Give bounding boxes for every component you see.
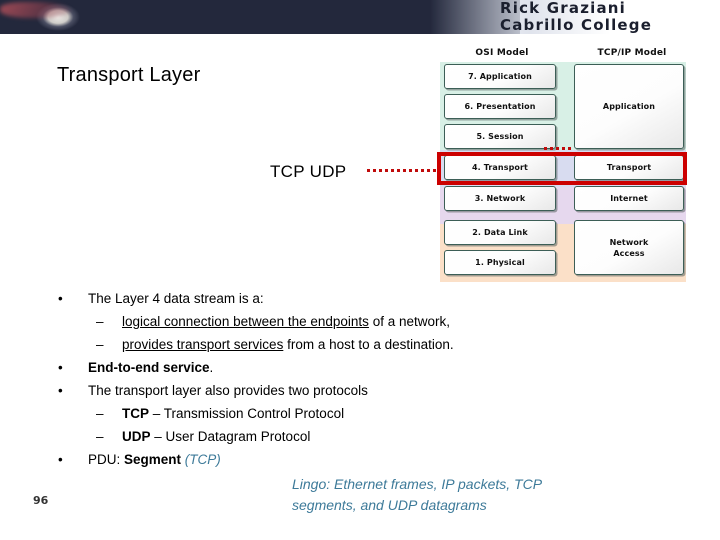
lingo-note: Lingo: Ethernet frames, IP packets, TCP … xyxy=(292,474,642,516)
banner-red-accent xyxy=(0,2,70,18)
sub-bullet-marker: – xyxy=(96,406,104,421)
osi-layer-2-data-link: 2. Data Link xyxy=(444,220,556,245)
sub-bullet-marker: – xyxy=(96,429,104,444)
osi-model-heading: OSI Model xyxy=(475,48,529,58)
highlight-dotted-segment-icon xyxy=(544,147,572,150)
author-name: Rick Graziani xyxy=(500,0,627,17)
sub-bullet-1-1-underlined: logical connection between the endpoints xyxy=(122,314,369,329)
author-institution: Cabrillo College xyxy=(500,16,653,34)
tcpip-model-heading: TCP/IP Model xyxy=(597,48,667,58)
bullet-2-bold: End-to-end service xyxy=(88,360,210,375)
bullet-marker: • xyxy=(58,452,63,467)
author-credit: Rick Graziani Cabrillo College xyxy=(500,0,712,34)
tcp-udp-callout-label: TCP UDP xyxy=(270,162,347,181)
osi-layer-1-physical: 1. Physical xyxy=(444,250,556,275)
sub-bullet-1-2-rest: from a host to a destination. xyxy=(283,337,454,352)
sub-bullet-marker: – xyxy=(96,337,104,352)
bullet-3-text: The transport layer also provides two pr… xyxy=(88,383,368,398)
sub-bullet-3-2-rest: – User Datagram Protocol xyxy=(150,429,311,444)
bullet-marker: • xyxy=(58,383,63,398)
sub-bullet-1-1: – logical connection between the endpoin… xyxy=(50,310,650,333)
sub-bullet-3-1-content: TCP – Transmission Control Protocol xyxy=(122,402,344,425)
osi-layer-5-session: 5. Session xyxy=(444,124,556,149)
sub-bullet-1-2-underlined: provides transport services xyxy=(122,337,284,352)
bullet-4-content: PDU: Segment (TCP) xyxy=(88,448,221,471)
page-title: Transport Layer xyxy=(57,64,201,86)
tcpip-layer-network-access: Network Access xyxy=(574,220,684,275)
sub-bullet-3-2-bold: UDP xyxy=(122,429,151,444)
bullet-marker: • xyxy=(58,360,63,375)
bullet-item-3: • The transport layer also provides two … xyxy=(50,379,650,402)
lingo-line-1: Lingo: Ethernet frames, IP packets, TCP xyxy=(292,476,543,492)
slide-body: • The Layer 4 data stream is a: – logica… xyxy=(50,287,650,471)
bullet-item-2: • End-to-end service. xyxy=(50,356,650,379)
sub-bullet-3-2-content: UDP – User Datagram Protocol xyxy=(122,425,310,448)
bullet-4-prefix: PDU: xyxy=(88,452,125,467)
sub-bullet-1-1-content: logical connection between the endpoints… xyxy=(122,310,450,333)
osi-layer-3-network: 3. Network xyxy=(444,186,556,211)
sub-bullet-3-2-udp: – UDP – User Datagram Protocol xyxy=(50,425,650,448)
bullet-2-content: End-to-end service. xyxy=(88,356,213,379)
osi-layer-6-presentation: 6. Presentation xyxy=(444,94,556,119)
lingo-line-2: segments, and UDP datagrams xyxy=(292,497,487,513)
transport-layer-highlight-box xyxy=(437,152,687,185)
bullet-item-4-pdu: • PDU: Segment (TCP) xyxy=(50,448,650,471)
bullet-4-italic: (TCP) xyxy=(181,452,221,467)
sub-bullet-3-1-tcp: – TCP – Transmission Control Protocol xyxy=(50,402,650,425)
bullet-2-rest: . xyxy=(209,360,214,375)
tcpip-layer-internet: Internet xyxy=(574,186,684,211)
sub-bullet-3-1-rest: – Transmission Control Protocol xyxy=(149,406,345,421)
bullet-4-bold: Segment xyxy=(124,452,182,467)
sub-bullet-3-1-bold: TCP xyxy=(122,406,149,421)
tcpip-layer-application: Application xyxy=(574,64,684,149)
osi-tcpip-model-diagram: OSI Model TCP/IP Model 7. Application 6.… xyxy=(424,44,696,284)
osi-layer-7-application: 7. Application xyxy=(444,64,556,89)
sub-bullet-1-2: – provides transport services from a hos… xyxy=(50,333,650,356)
page-number: 96 xyxy=(33,494,49,507)
sub-bullet-1-2-content: provides transport services from a host … xyxy=(122,333,454,356)
bullet-marker: • xyxy=(58,291,63,306)
sub-bullet-1-1-rest: of a network, xyxy=(368,314,450,329)
bullet-item-1: • The Layer 4 data stream is a: xyxy=(50,287,650,310)
sub-bullet-marker: – xyxy=(96,314,104,329)
bullet-1-text: The Layer 4 data stream is a: xyxy=(88,291,264,306)
